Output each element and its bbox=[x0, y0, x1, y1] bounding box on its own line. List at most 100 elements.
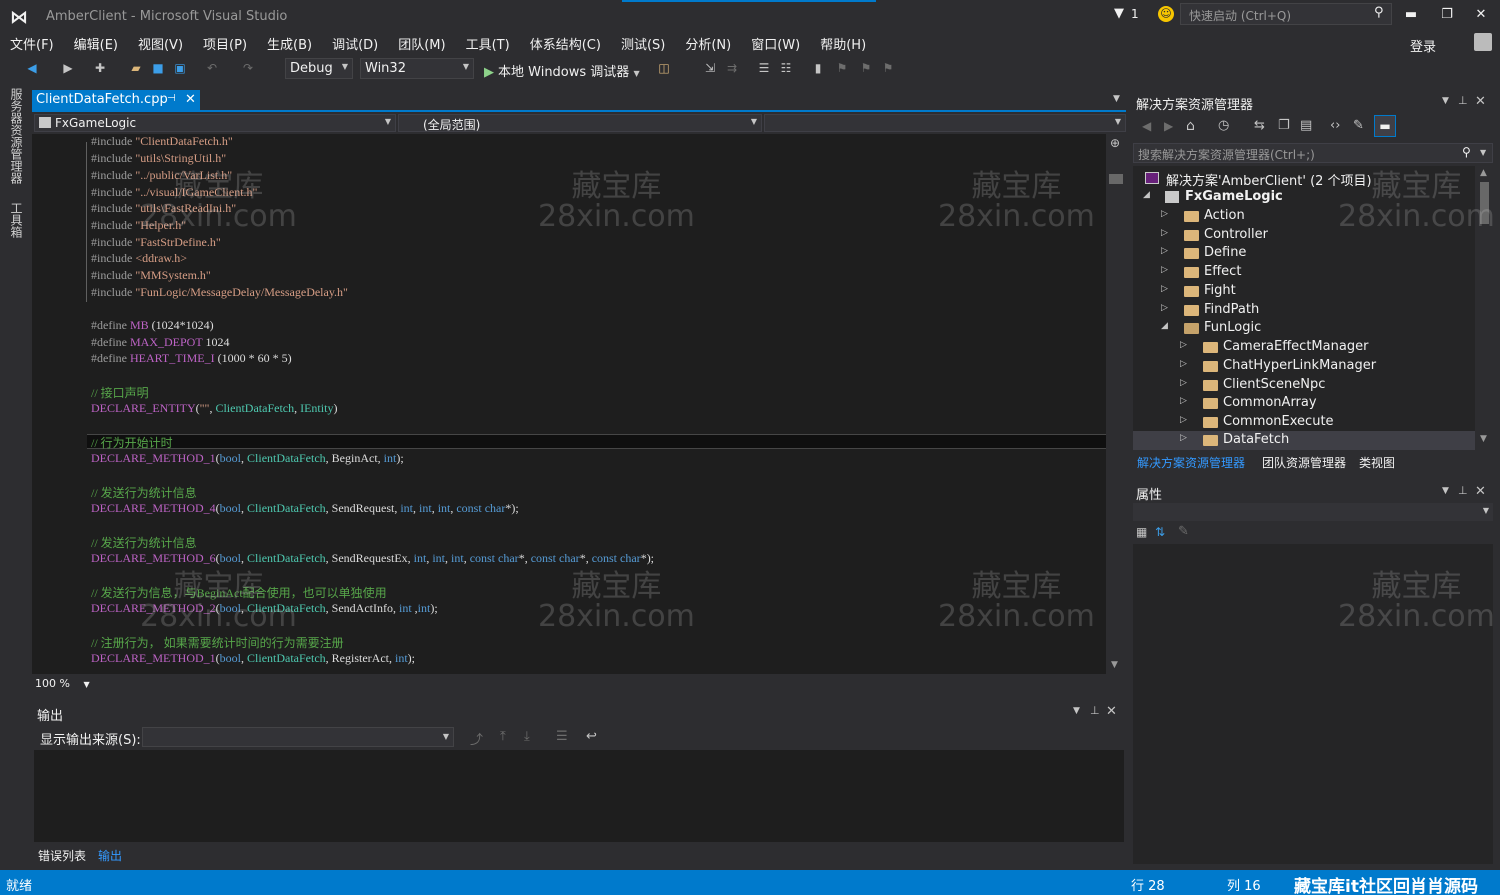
expand-arrow-icon[interactable]: ▷ bbox=[1161, 228, 1168, 238]
preview-selected-icon[interactable]: ▬ bbox=[1374, 115, 1396, 137]
editor-horizontal-scrollbar[interactable] bbox=[32, 675, 1126, 693]
code-editor[interactable]: #include "ClientDataFetch.h" #include "u… bbox=[32, 134, 1106, 674]
forward-icon[interactable]: ▶ bbox=[60, 60, 76, 76]
user-avatar-icon[interactable] bbox=[1474, 33, 1492, 51]
menu-debug[interactable]: 调试(D) bbox=[322, 32, 388, 54]
step-icon[interactable]: ⇲ bbox=[702, 60, 718, 76]
maximize-button[interactable]: ❐ bbox=[1432, 5, 1462, 25]
output-dropdown-icon[interactable]: ▼ bbox=[1073, 706, 1080, 716]
back-icon[interactable]: ◀ bbox=[1142, 119, 1151, 133]
menu-tools[interactable]: 工具(T) bbox=[456, 32, 520, 54]
expand-arrow-icon[interactable]: ▷ bbox=[1161, 209, 1168, 219]
attach-process-icon[interactable]: ◫ bbox=[656, 60, 672, 76]
project-scope-select[interactable]: FxGameLogic ▼ bbox=[34, 114, 396, 132]
solution-tree-scrollbar[interactable]: ▲ ▼ bbox=[1476, 166, 1493, 450]
step-over-icon[interactable]: ⇉ bbox=[724, 60, 740, 76]
menu-project[interactable]: 项目(P) bbox=[193, 32, 257, 54]
start-debugging-button[interactable]: ▶ 本地 Windows 调试器 ▼ bbox=[484, 61, 640, 80]
back-icon[interactable]: ◀ bbox=[24, 60, 40, 76]
tab-solution-explorer[interactable]: 解决方案资源管理器 bbox=[1137, 454, 1245, 471]
scroll-down-icon[interactable]: ▼ bbox=[1480, 434, 1487, 444]
expand-arrow-icon[interactable]: ▷ bbox=[1180, 340, 1187, 350]
scroll-thumb[interactable] bbox=[1480, 182, 1489, 224]
tab-list-dropdown-icon[interactable]: ▼ bbox=[1113, 94, 1120, 104]
tree-item-project[interactable]: ◢ FxGameLogic bbox=[1133, 188, 1475, 207]
expand-arrow-icon[interactable]: ▷ bbox=[1180, 433, 1187, 443]
output-pin-icon[interactable]: ⊥ bbox=[1090, 704, 1100, 717]
tree-item-folder-expanded[interactable]: ◢ FunLogic bbox=[1133, 319, 1475, 338]
member-scope-select[interactable]: (全局范围) ▼ bbox=[398, 114, 762, 132]
tree-item-folder[interactable]: ▷ Action bbox=[1133, 207, 1475, 226]
home-icon[interactable]: ⌂ bbox=[1186, 118, 1195, 134]
new-project-icon[interactable]: ✚ bbox=[92, 60, 108, 76]
menu-window[interactable]: 窗口(W) bbox=[741, 32, 810, 54]
menu-test[interactable]: 测试(S) bbox=[611, 32, 675, 54]
view-code-icon[interactable]: ‹› bbox=[1330, 118, 1340, 133]
minimize-button[interactable]: ▬ bbox=[1396, 5, 1426, 25]
menu-help[interactable]: 帮助(H) bbox=[810, 32, 876, 54]
split-icon[interactable]: ⊕ bbox=[1110, 136, 1120, 150]
tree-item-subfolder[interactable]: ▷ CommonArray bbox=[1133, 394, 1475, 413]
properties-wrench-icon[interactable]: ✎ bbox=[1353, 118, 1364, 133]
prev-message-icon[interactable]: ⤒ bbox=[500, 729, 506, 744]
tree-item-folder[interactable]: ▷ Effect bbox=[1133, 263, 1475, 282]
search-icon[interactable]: ⚲ bbox=[1462, 145, 1471, 159]
solution-config-select[interactable]: Debug ▼ bbox=[285, 58, 353, 79]
tree-item-subfolder-selected[interactable]: ▷ DataFetch bbox=[1133, 431, 1475, 450]
collapse-arrow-icon[interactable]: ◢ bbox=[1143, 190, 1150, 200]
output-source-select[interactable]: ▼ bbox=[142, 727, 454, 747]
tree-item-solution[interactable]: 解决方案'AmberClient' (2 个项目) bbox=[1133, 169, 1475, 189]
expand-arrow-icon[interactable]: ▷ bbox=[1161, 284, 1168, 294]
menu-team[interactable]: 团队(M) bbox=[388, 32, 455, 54]
platform-select[interactable]: Win32 ▼ bbox=[360, 58, 474, 79]
next-bookmark-icon[interactable]: ⚑ bbox=[858, 60, 874, 76]
se-pin-icon[interactable]: ⊥ bbox=[1458, 94, 1468, 107]
close-button[interactable]: ✕ bbox=[1466, 5, 1496, 25]
se-close-icon[interactable]: ✕ bbox=[1475, 94, 1486, 109]
tab-output[interactable]: 输出 bbox=[98, 847, 122, 864]
clear-bookmarks-icon[interactable]: ⚑ bbox=[880, 60, 896, 76]
output-close-icon[interactable]: ✕ bbox=[1106, 704, 1117, 719]
props-pin-icon[interactable]: ⊥ bbox=[1458, 484, 1468, 497]
categorized-icon[interactable]: ▦ bbox=[1136, 525, 1147, 539]
collapse-arrow-icon[interactable]: ◢ bbox=[1161, 321, 1168, 331]
props-close-icon[interactable]: ✕ bbox=[1475, 484, 1486, 499]
undo-icon[interactable]: ↶ bbox=[204, 60, 220, 76]
chevron-down-icon[interactable]: ▼ bbox=[1480, 148, 1486, 157]
prev-bookmark-icon[interactable]: ⚑ bbox=[834, 60, 850, 76]
notification-flag-icon[interactable]: ▼ bbox=[1114, 6, 1124, 21]
bookmark-icon[interactable]: ▮ bbox=[810, 60, 826, 76]
menu-view[interactable]: 视图(V) bbox=[128, 32, 193, 54]
tab-error-list[interactable]: 错误列表 bbox=[38, 847, 86, 864]
find-message-icon[interactable]: ⤴ bbox=[470, 729, 483, 748]
expand-arrow-icon[interactable]: ▷ bbox=[1161, 246, 1168, 256]
save-all-icon[interactable]: ▣ bbox=[172, 60, 188, 76]
props-dropdown-icon[interactable]: ▼ bbox=[1442, 486, 1449, 496]
word-wrap-icon[interactable]: ↩ bbox=[586, 729, 597, 744]
tree-item-folder[interactable]: ▷ FindPath bbox=[1133, 301, 1475, 320]
expand-arrow-icon[interactable]: ▷ bbox=[1180, 396, 1187, 406]
expand-arrow-icon[interactable]: ▷ bbox=[1161, 303, 1168, 313]
scroll-up-icon[interactable]: ▲ bbox=[1480, 168, 1487, 178]
tree-item-subfolder[interactable]: ▷ CommonExecute bbox=[1133, 413, 1475, 432]
properties-object-select[interactable]: ▼ bbox=[1133, 503, 1493, 521]
menu-architecture[interactable]: 体系结构(C) bbox=[520, 32, 611, 54]
tree-item-folder[interactable]: ▷ Fight bbox=[1133, 282, 1475, 301]
tree-item-subfolder[interactable]: ▷ ChatHyperLinkManager bbox=[1133, 357, 1475, 376]
show-all-files-icon[interactable]: ▤ bbox=[1300, 118, 1312, 133]
search-icon[interactable]: ⚲ bbox=[1374, 5, 1384, 20]
login-link[interactable]: 登录 bbox=[1410, 36, 1436, 55]
function-scope-select[interactable]: ▼ bbox=[764, 114, 1126, 132]
tab-class-view[interactable]: 类视图 bbox=[1359, 454, 1395, 471]
expand-arrow-icon[interactable]: ▷ bbox=[1161, 265, 1168, 275]
menu-edit[interactable]: 编辑(E) bbox=[64, 32, 128, 54]
menu-file[interactable]: 文件(F) bbox=[0, 32, 64, 54]
tree-item-folder[interactable]: ▷ Define bbox=[1133, 244, 1475, 263]
scroll-down-icon[interactable]: ▼ bbox=[1111, 660, 1118, 670]
zoom-select[interactable]: 100 % ▼ bbox=[32, 676, 96, 692]
indent-icon[interactable]: ☰ bbox=[756, 60, 772, 76]
server-explorer-tab[interactable]: 服务器资源管理器 bbox=[8, 88, 25, 184]
open-file-icon[interactable]: ▰ bbox=[128, 60, 144, 76]
clear-all-icon[interactable]: ☰ bbox=[556, 729, 568, 744]
tree-item-subfolder[interactable]: ▷ ClientSceneNpc bbox=[1133, 376, 1475, 395]
